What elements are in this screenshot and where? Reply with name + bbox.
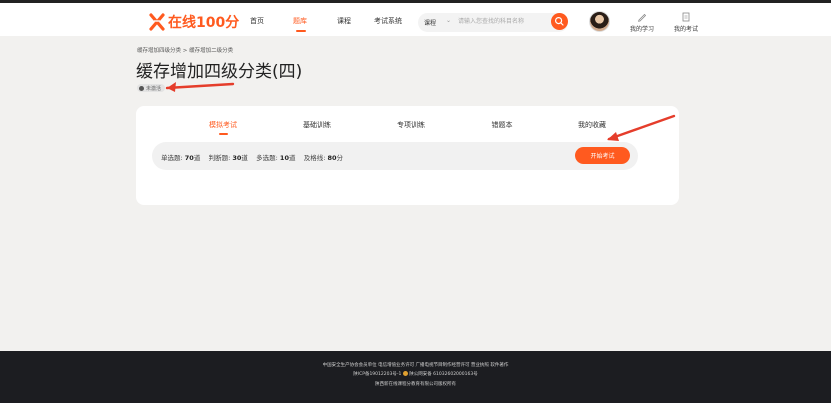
my-learning-link[interactable]: 我的学习 xyxy=(622,12,662,33)
my-learning-label: 我的学习 xyxy=(629,26,654,33)
single-choice-count: 70 xyxy=(184,154,194,162)
pass-line-score: 80 xyxy=(327,154,337,162)
avatar[interactable] xyxy=(589,11,610,32)
pass-line-label: 及格线 xyxy=(303,154,324,162)
pass-line-unit: 分 xyxy=(336,154,344,162)
nav-home[interactable]: 首页 xyxy=(250,16,264,26)
search-category-select[interactable]: 课程 xyxy=(424,18,436,27)
status-badge-label: 未激活 xyxy=(146,85,162,92)
nav-active-indicator xyxy=(296,30,306,32)
status-dot-icon xyxy=(139,85,144,91)
annotation-arrow-diagonal-icon xyxy=(607,114,676,141)
footer: 中国安全生产协会会员单位 电信增值业务许可 广播电视节目制作经营许可 营业执照 … xyxy=(0,351,831,403)
nav-question-bank[interactable]: 题库 xyxy=(293,16,307,26)
search-button[interactable] xyxy=(551,13,568,30)
brand-logo-icon xyxy=(149,13,165,31)
exam-paper-icon xyxy=(682,12,690,22)
true-false-unit: 道 xyxy=(241,154,248,162)
annotation-arrow-left-icon xyxy=(165,82,235,92)
tab-favorites[interactable]: 我的收藏 xyxy=(578,120,606,130)
footer-registration: 陕ICP备19012203号-1 陕公网安备 61032602000163号 xyxy=(0,371,831,377)
footer-public-security[interactable]: 陕公网安备 61032602000163号 xyxy=(409,372,478,377)
search-icon xyxy=(554,16,564,26)
single-choice-unit: 道 xyxy=(193,154,201,162)
exam-info-text: 单选题: 70道 判断题: 30道 多选题: 10道 及格线: 80分 xyxy=(161,154,344,162)
footer-licenses[interactable]: 中国安全生产协会会员单位 电信增值业务许可 广播电视节目制作经营许可 营业执照 … xyxy=(0,362,831,368)
my-exams-label: 我的考试 xyxy=(673,26,698,33)
search-box: 课程 ⌄ xyxy=(418,13,568,32)
multiple-choice-unit: 道 xyxy=(288,154,296,162)
my-exams-link[interactable]: 我的考试 xyxy=(666,12,706,33)
pencil-icon xyxy=(638,13,647,22)
start-exam-button[interactable]: 开始考试 xyxy=(575,147,630,164)
search-input[interactable] xyxy=(458,16,550,28)
exam-info-bar: 单选题: 70道 判断题: 30道 多选题: 10道 及格线: 80分 开始考试 xyxy=(152,142,638,170)
tab-special-training[interactable]: 专项训练 xyxy=(397,120,425,130)
chevron-down-icon[interactable]: ⌄ xyxy=(446,17,451,24)
multiple-choice-count: 10 xyxy=(279,154,289,162)
footer-icp[interactable]: 陕ICP备19012203号-1 xyxy=(353,372,401,377)
exam-card: 模拟考试 基础训练 专项训练 错题本 我的收藏 单选题: 70道 判断题: 30… xyxy=(136,106,679,205)
tab-wrong-questions[interactable]: 错题本 xyxy=(492,120,513,130)
footer-copyright: 陕西新在线课程分教育有限公司版权所有 xyxy=(375,382,456,387)
tab-active-indicator xyxy=(219,133,228,135)
breadcrumb[interactable]: 缓存增加四级分类 > 缓存增加二级分类 xyxy=(137,46,233,54)
brand-name: 在线100分 xyxy=(168,15,240,31)
true-false-label: 判断题 xyxy=(208,154,229,162)
tab-mock-exam[interactable]: 模拟考试 xyxy=(209,120,237,130)
tab-basic-training[interactable]: 基础训练 xyxy=(303,120,331,130)
police-badge-icon xyxy=(402,371,408,376)
nav-courses[interactable]: 课程 xyxy=(337,16,351,26)
single-choice-label: 单选题 xyxy=(161,154,181,162)
brand-logo[interactable]: 在线100分 xyxy=(148,11,239,33)
multiple-choice-label: 多选题 xyxy=(256,154,276,162)
nav-exam-system[interactable]: 考试系统 xyxy=(374,16,402,26)
top-navigation-bar: 在线100分 首页 题库 课程 考试系统 课程 ⌄ 我的学习 我的考试 xyxy=(0,0,831,36)
status-badge: 未激活 xyxy=(137,84,166,92)
